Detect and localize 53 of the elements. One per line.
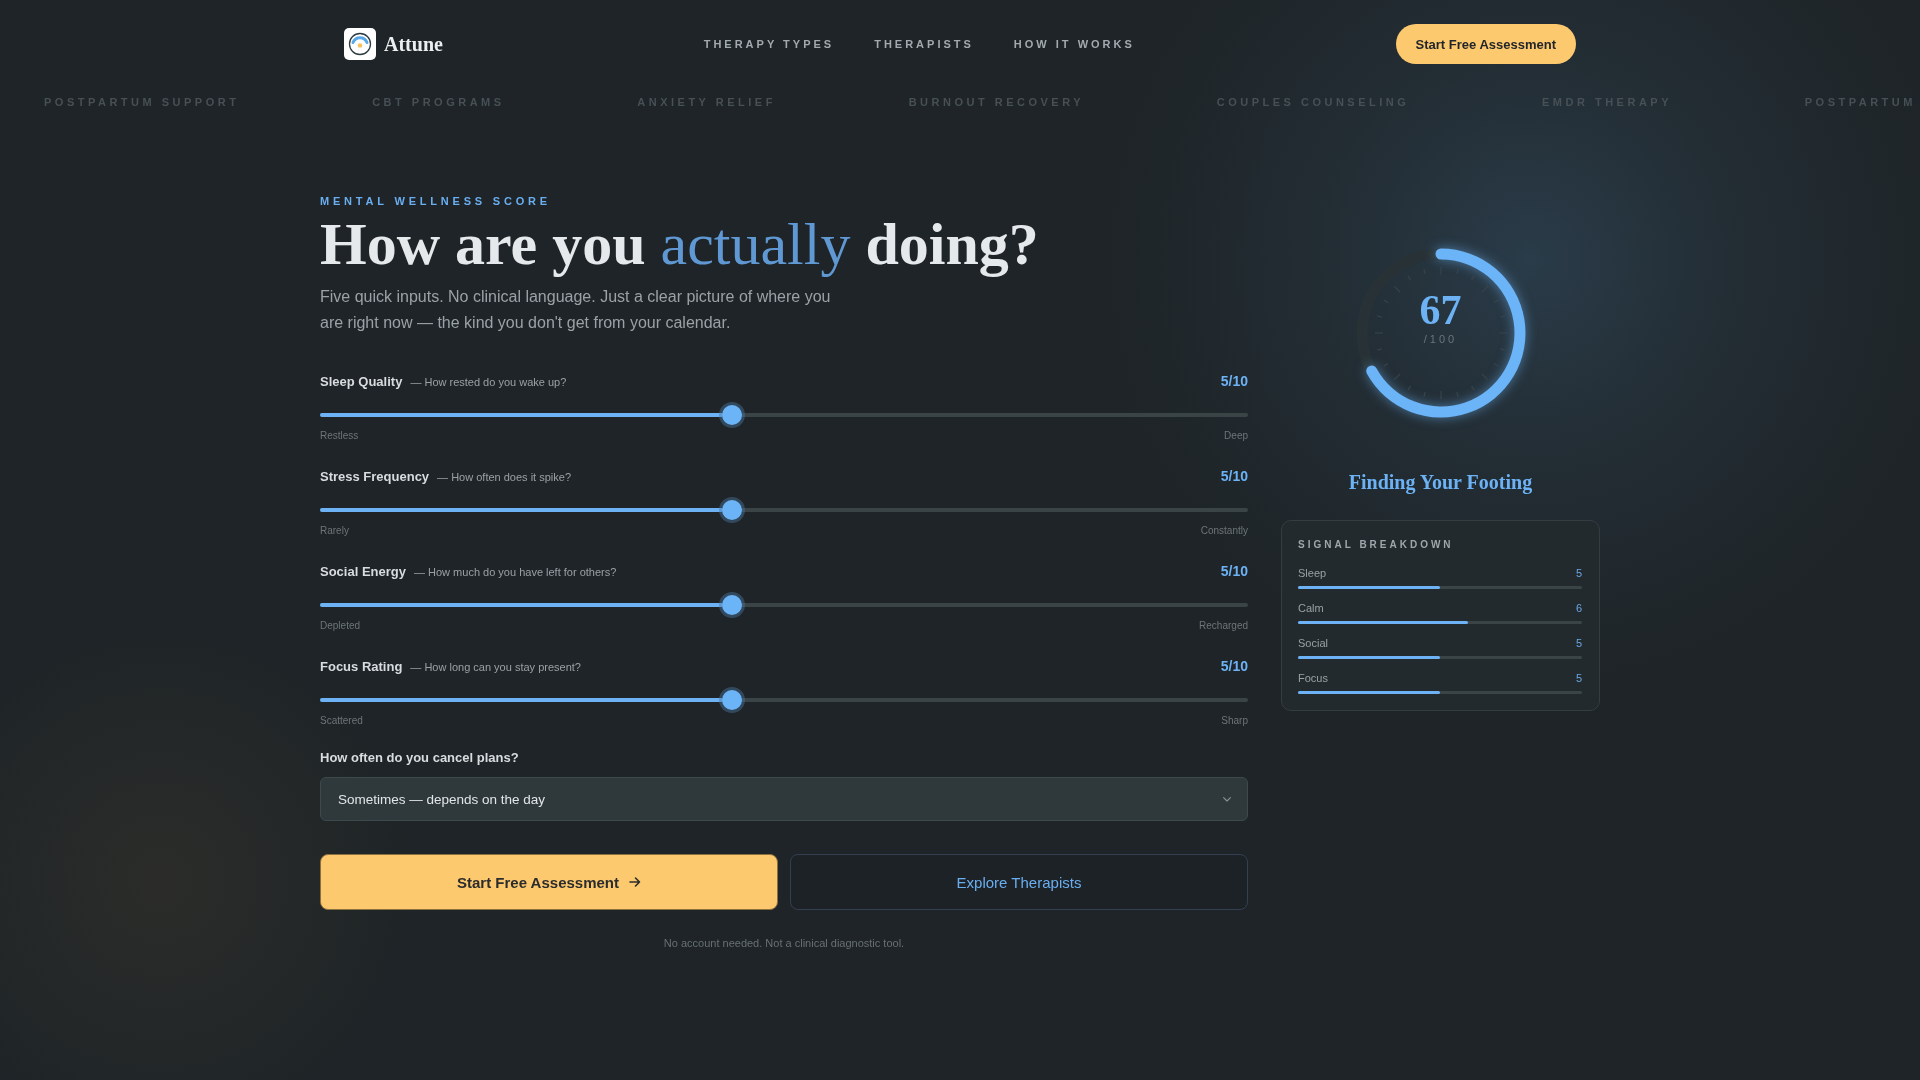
slider-value: 5/10 xyxy=(1220,657,1248,676)
nav-link[interactable]: HOW IT WORKS xyxy=(1013,38,1135,50)
slider-thumb[interactable] xyxy=(722,405,743,425)
status-label: Finding Your Footing xyxy=(1348,470,1533,494)
slider-thumb[interactable] xyxy=(722,500,743,520)
slider-hint: — How much do you have left for others? xyxy=(414,565,617,580)
slider-hint: — How long can you stay present? xyxy=(410,660,581,675)
logo-icon xyxy=(344,28,376,60)
slider-label: Social Energy xyxy=(320,563,406,581)
nav-link[interactable]: THERAPISTS xyxy=(874,38,974,50)
start-assessment-button[interactable]: Start Free Assessment xyxy=(320,854,778,910)
section-eyebrow: MENTAL WELLNESS SCORE xyxy=(320,194,552,208)
slider-thumb[interactable] xyxy=(722,595,743,615)
slider-label: Stress Frequency xyxy=(320,468,430,486)
arrow-icon xyxy=(629,876,641,888)
slider-max-label: Deep xyxy=(1224,429,1248,443)
chevron-icon xyxy=(1223,796,1231,802)
start-assessment-button[interactable]: Start Free Assessment xyxy=(1395,24,1576,64)
slider-label: Sleep Quality xyxy=(320,373,403,391)
page-heading: How are you actually doing? xyxy=(320,211,1040,277)
explore-therapists-button[interactable]: Explore Therapists xyxy=(790,854,1248,910)
slider-min-label: Restless xyxy=(320,429,359,443)
slider-max-label: Recharged xyxy=(1199,619,1248,633)
disclaimer-text: No account needed. Not a clinical diagnostic tool. xyxy=(662,936,906,950)
slider-max-label: Sharp xyxy=(1221,714,1248,728)
breakdown-title: SIGNAL BREAKDOWN xyxy=(1298,539,1455,551)
slider-min-label: Scattered xyxy=(320,714,363,728)
signal-value: 5 xyxy=(1575,671,1582,685)
slider-min-label: Depleted xyxy=(320,619,361,633)
question-label: How often do you cancel plans? xyxy=(320,749,520,767)
slider-value: 5/10 xyxy=(1220,372,1248,391)
signal-value: 5 xyxy=(1575,566,1582,580)
slider-max-label: Constantly xyxy=(1200,524,1248,538)
slider-label: Focus Rating xyxy=(320,658,403,676)
signal-value: 5 xyxy=(1575,636,1582,650)
score-scale: /100 xyxy=(1423,332,1458,346)
signal-label: Calm xyxy=(1298,601,1324,615)
slider-thumb[interactable] xyxy=(722,690,743,710)
slider-hint: — How often does it spike? xyxy=(437,470,571,485)
slider-value: 5/10 xyxy=(1220,562,1248,581)
brand-name[interactable]: Attune xyxy=(384,32,443,56)
signal-value: 6 xyxy=(1575,601,1582,615)
slider-value: 5/10 xyxy=(1220,467,1248,486)
select-field[interactable]: Sometimes — depends on the day xyxy=(320,777,1248,821)
nav-link[interactable]: THERAPY TYPES xyxy=(703,38,835,50)
signal-label: Sleep xyxy=(1298,566,1327,580)
intro-text: Five quick inputs. No clinical language. Just a clear picture of where you are right now — the kind you don't get from your calendar. xyxy=(320,287,832,333)
signal-label: Social xyxy=(1298,636,1328,650)
score-value: 67 xyxy=(1419,288,1462,332)
donut-slice xyxy=(1365,248,1525,418)
signal-label: Focus xyxy=(1298,671,1328,685)
slider-hint: — How rested do you wake up? xyxy=(410,375,567,390)
slider-min-label: Rarely xyxy=(320,524,349,538)
